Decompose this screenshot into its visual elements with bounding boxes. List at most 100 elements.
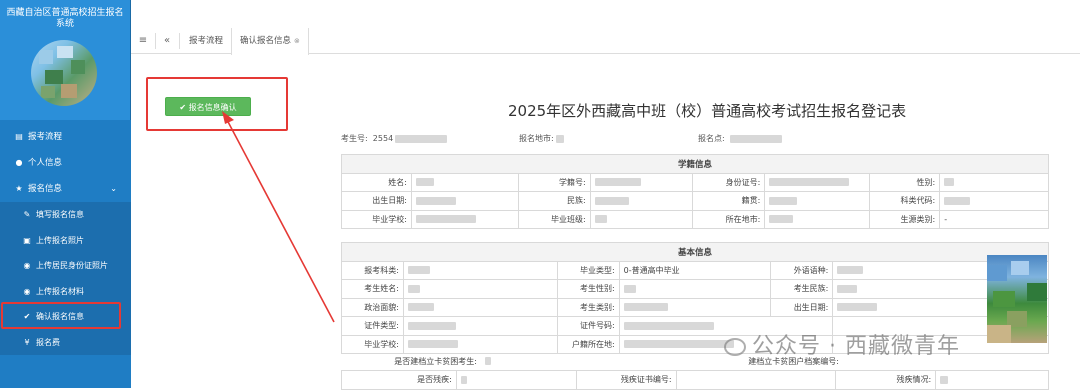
user-icon: ●: [15, 158, 23, 167]
label: 姓名:: [341, 172, 412, 192]
sidebar: 西藏自治区普通高校招生报名系统 ▤ 报考流程 ● 个人信息 ★ 报名信息 ⌄ ✎ 填写报…: [0, 0, 131, 388]
sidebar-item-label: 个人信息: [28, 158, 63, 168]
cell-value: [402, 260, 558, 280]
cell-value: -: [939, 209, 1049, 229]
book-icon: ▤: [15, 132, 23, 141]
tab-process[interactable]: 报考流程: [181, 28, 231, 54]
sidebar-item-fill-info[interactable]: ✎ 填写报名信息: [0, 202, 131, 228]
label: 毕业班级:: [517, 209, 591, 229]
label: 考生民族:: [770, 279, 834, 299]
exam-number: 考生号: 2554: [341, 133, 448, 144]
label: 外语语种:: [770, 260, 834, 280]
avatar: [31, 40, 97, 106]
exam-number-value: 2554: [372, 134, 394, 143]
sidebar-item-label: 填写报名信息: [36, 210, 84, 219]
label: 籍贯:: [692, 191, 766, 211]
divider: [155, 33, 156, 49]
page-title: 2025年区外西藏高中班（校）普通高校考试招生报名登记表: [508, 102, 907, 120]
label: 残疾情况:: [835, 370, 937, 390]
label: 考生类别:: [556, 297, 620, 317]
cell-value: [455, 370, 577, 390]
confirm-info-button[interactable]: ✔ 报名信息确认: [165, 97, 251, 116]
sidebar-item-registration[interactable]: ★ 报名信息 ⌄: [0, 176, 131, 202]
label: 考生姓名:: [341, 279, 404, 299]
label: 考生性别:: [556, 279, 620, 299]
tab-confirm-info[interactable]: 确认报名信息 ⊗: [231, 28, 309, 55]
cell-value: [402, 334, 558, 354]
wechat-icon: [724, 338, 746, 356]
cell-value: [402, 279, 558, 299]
cell-value: [589, 209, 694, 229]
double-chevron-left-icon[interactable]: «: [157, 28, 177, 54]
redacted-value: [729, 134, 782, 143]
sidebar-item-upload-materials[interactable]: ◉ 上传报名材料: [0, 279, 131, 305]
top-header: [131, 0, 1080, 28]
label: 政治面貌:: [341, 297, 404, 317]
label: 残疾证书编号:: [575, 370, 677, 390]
confirm-button-label: 报名信息确认: [188, 103, 237, 112]
cell-value: [675, 370, 837, 390]
arrow-line: [225, 117, 335, 323]
section-header: 基本信息: [341, 242, 1049, 262]
label: 毕业学校:: [341, 334, 404, 354]
table-row: 是否残疾: 残疾证书编号: 残疾情况:: [341, 370, 1049, 390]
sidebar-item-upload-id[interactable]: ◉ 上传居民身份证照片: [0, 253, 131, 279]
cell-value: [764, 191, 871, 211]
cell-value: [618, 297, 772, 317]
tab-label: 报考流程: [189, 36, 224, 46]
disability-table: 是否残疾: 残疾证书编号: 残疾情况:: [341, 370, 1049, 390]
cell-value: [764, 209, 871, 229]
exam-number-label: 考生号:: [341, 134, 368, 143]
sidebar-item-personal[interactable]: ● 个人信息: [0, 150, 131, 176]
check-icon: ✔: [179, 103, 187, 112]
tab-bar: ≡ « 报考流程 确认报名信息 ⊗: [131, 28, 1080, 55]
cell-value: [939, 191, 1049, 211]
label: 是否建档立卡贫困考生:: [394, 356, 477, 366]
label: 生源类别:: [869, 209, 941, 229]
menu-toggle-icon[interactable]: ≡: [133, 28, 153, 54]
system-title: 西藏自治区普通高校招生报名系统: [6, 8, 124, 29]
upload-icon: ◉: [23, 261, 31, 270]
sidebar-item-process[interactable]: ▤ 报考流程: [0, 124, 131, 150]
redacted-value: [395, 134, 448, 143]
label: 报考科类:: [341, 260, 404, 280]
cell-value: [481, 352, 703, 371]
sidebar-item-label: 报考流程: [28, 132, 63, 142]
close-icon[interactable]: ⊗: [294, 37, 300, 45]
label: 科类代码:: [869, 191, 941, 211]
section-header: 学籍信息: [341, 154, 1049, 174]
upload-icon: ◉: [23, 286, 31, 296]
label: 所在地市:: [692, 209, 766, 229]
sidebar-submenu: ✎ 填写报名信息 ▣ 上传报名照片 ◉ 上传居民身份证照片 ◉ 上传报名材料 ✔ 确认报名…: [0, 202, 131, 355]
star-icon: ★: [15, 184, 23, 193]
cell-value: [589, 191, 694, 211]
cell-value: [402, 316, 558, 336]
cell-value: [410, 172, 519, 192]
label: 出生日期:: [341, 191, 412, 211]
sidebar-item-label: 上传居民身份证照片: [36, 261, 108, 270]
sidebar-brand: 西藏自治区普通高校招生报名系统: [0, 0, 131, 120]
edit-icon: ✎: [23, 210, 31, 219]
label: 是否残疾:: [341, 370, 457, 390]
table-row: 姓名: 学籍号: 身份证号: 性别:: [341, 172, 1049, 192]
sidebar-item-fee[interactable]: ¥ 报名费: [0, 330, 131, 356]
school-info-table: 学籍信息 姓名: 学籍号: 身份证号: 性别: 出生日期: 民族: 籍贯: 科类…: [341, 154, 1049, 229]
label: 性别:: [869, 172, 941, 192]
registration-point: 报名点:: [698, 133, 782, 144]
cell-value: [618, 279, 772, 299]
sidebar-item-upload-photo[interactable]: ▣ 上传报名照片: [0, 228, 131, 254]
sidebar-item-label: 上传报名照片: [36, 235, 84, 245]
label: 出生日期:: [770, 297, 834, 317]
registration-city: 报名地市:: [519, 133, 565, 144]
sidebar-item-label: 上传报名材料: [36, 286, 84, 296]
label: 学籍号:: [517, 172, 591, 192]
cell-value: [410, 191, 519, 211]
watermark-text: 公众号 · 西藏微青年: [752, 334, 960, 359]
label: 证件类型:: [341, 316, 404, 336]
cell-value: 0-普通高中毕业: [618, 260, 772, 280]
divider: [179, 33, 180, 49]
label: 身份证号:: [692, 172, 766, 192]
applicant-photo: [987, 255, 1047, 343]
table-row: 毕业学校: 毕业班级: 所在地市: 生源类别: -: [341, 209, 1049, 229]
label: 毕业类型:: [556, 260, 620, 280]
